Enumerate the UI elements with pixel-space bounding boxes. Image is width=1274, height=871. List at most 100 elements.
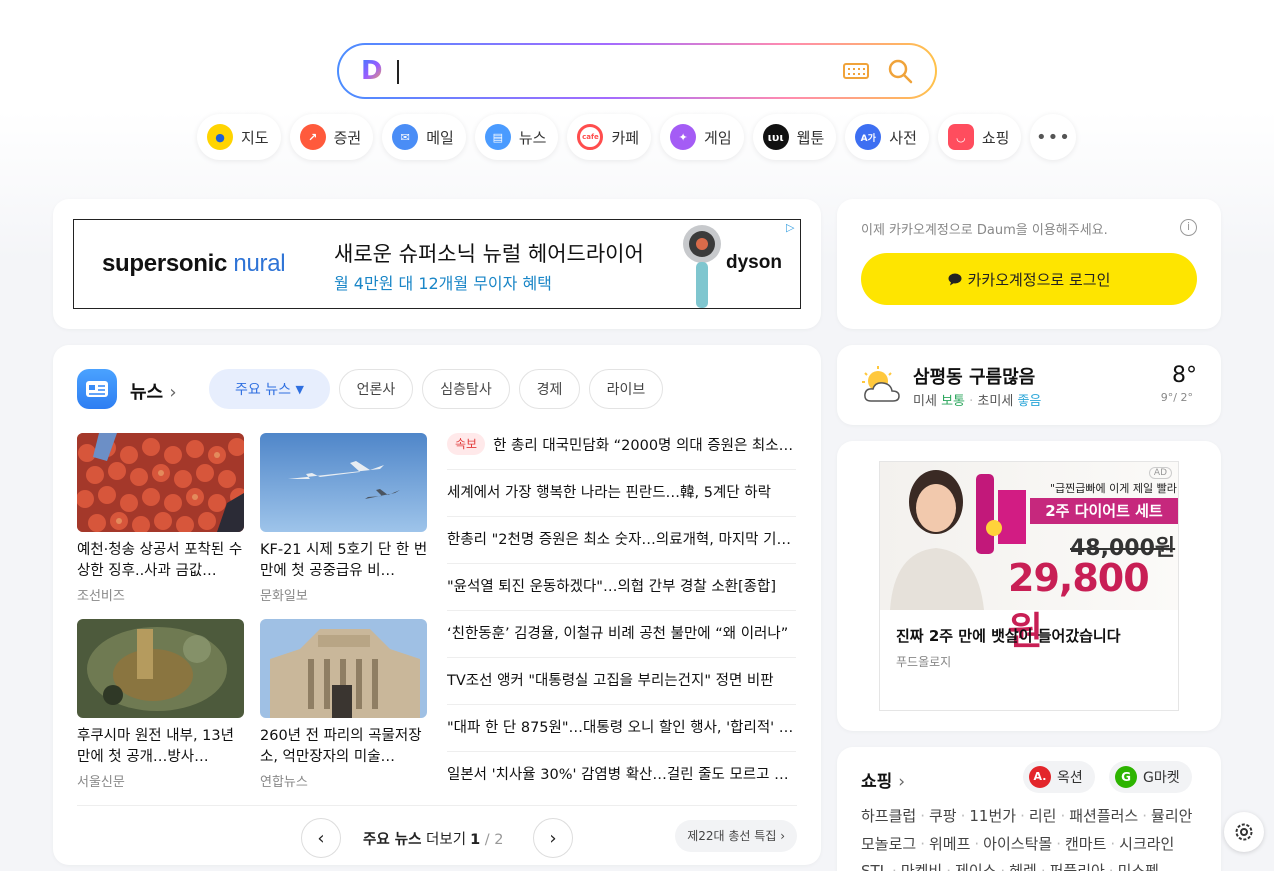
apple-pile-image — [77, 433, 244, 532]
pager-label: 주요 뉴스 더보기 1 / 2 — [363, 832, 504, 848]
tab-live[interactable]: 라이브 — [589, 369, 663, 409]
tab-top-news[interactable]: 주요 뉴스 ▼ — [209, 369, 330, 409]
chevron-right-icon: › — [549, 827, 557, 849]
side-ad-card: AD "급찐급빠에 이게 제일 빨라요" 2주 다이어트 세트 48,000원 … — [837, 441, 1221, 731]
shopping-links-row-1[interactable]: 하프클럽 · 쿠팡 · 11번가 · 리린 · 패션플러스 · 뮬리안 — [861, 805, 1192, 826]
shortcut-game[interactable]: ✦ 게임 — [660, 114, 744, 160]
dyson-ad-banner[interactable]: supersonic nural 새로운 슈퍼소닉 뉴럴 헤어드라이어 월 4만… — [73, 219, 801, 309]
headline-item[interactable]: "대파 한 단 875원"…대통령 오니 할인 행사, '합리적' 발언 논란 — [447, 705, 796, 752]
speech-bubble-icon — [948, 273, 962, 285]
ad-set-label: 2주 다이어트 세트 — [1030, 498, 1178, 524]
news-photo-caption[interactable]: KF-21 시제 5호기 단 한 번만에 첫 공중급유 비… — [260, 540, 430, 582]
headline-item[interactable]: 한총리 "2천명 증원은 최소 숫자…의료개혁, 마지막 기회" — [447, 517, 796, 564]
chevron-right-icon: › — [898, 772, 906, 792]
aircraft-image — [260, 433, 427, 532]
game-icon: ✦ — [670, 124, 697, 150]
news-photo-caption[interactable]: 260년 전 파리의 곡물저장소, 억만장자의 미술… — [260, 726, 430, 768]
current-temperature: 8° — [1172, 363, 1197, 388]
next-page-button[interactable]: › — [533, 818, 573, 858]
gear-icon — [1235, 823, 1253, 841]
news-press[interactable]: 서울신문 — [77, 771, 125, 790]
chevron-down-icon: ▼ — [295, 382, 304, 396]
tab-in-depth[interactable]: 심층탐사 — [422, 369, 510, 409]
reactor-interior-image — [77, 619, 244, 718]
ad-caption: 진짜 2주 만에 뱃살이 들어갔습니다 — [896, 627, 1121, 645]
shortcut-stock[interactable]: ↗ 증권 — [289, 114, 374, 160]
news-photo-apples[interactable] — [77, 433, 244, 532]
shopping-bag-icon: ◡ — [947, 124, 974, 150]
auction-link[interactable]: A. 옥션 — [1023, 761, 1095, 793]
gmarket-link[interactable]: G G마켓 — [1109, 761, 1192, 793]
cafe-icon: cafe — [577, 124, 604, 150]
info-icon[interactable]: i — [1180, 219, 1197, 236]
weather-card[interactable]: 삼평동 구름많음 미세 보통 · 초미세 좋음 8° 9°/ 2° — [837, 345, 1221, 425]
news-icon: ▤ — [484, 124, 511, 150]
more-services-button[interactable]: ••• — [1030, 114, 1077, 160]
ad-card: supersonic nural 새로운 슈퍼소닉 뉴럴 헤어드라이어 월 4만… — [53, 199, 821, 329]
tab-press[interactable]: 언론사 — [339, 369, 413, 409]
dyson-logo: dyson — [726, 252, 782, 273]
chevron-left-icon: ‹ — [317, 827, 325, 849]
diet-ad[interactable]: AD "급찐급빠에 이게 제일 빨라요" 2주 다이어트 세트 48,000원 … — [879, 461, 1179, 711]
hair-dryer-image — [683, 225, 721, 308]
news-photo-building[interactable] — [260, 619, 427, 718]
kakao-login-button[interactable]: 카카오계정으로 로그인 — [861, 253, 1197, 305]
gmarket-logo-icon: G — [1115, 766, 1137, 788]
shopping-title[interactable]: 쇼핑 › — [861, 767, 905, 792]
map-pin-icon: ● — [207, 124, 233, 150]
mail-icon: ✉ — [392, 124, 419, 150]
shopping-links-row-2[interactable]: 모놀로그 · 위메프 · 아이스탁몰 · 캔마트 · 시크라인 — [861, 833, 1174, 854]
news-press[interactable]: 문화일보 — [260, 585, 308, 604]
shortcut-webtoon[interactable]: ιυι 웹툰 — [752, 114, 837, 160]
news-press[interactable]: 연합뉴스 — [260, 771, 308, 790]
tab-economy[interactable]: 경제 — [519, 369, 580, 409]
shortcut-cafe[interactable]: cafe 카페 — [567, 114, 652, 160]
shortcut-shopping[interactable]: ◡ 쇼핑 — [937, 114, 1022, 160]
auction-logo-icon: A. — [1029, 766, 1051, 788]
ad-badge: AD — [1148, 467, 1172, 479]
headline-item[interactable]: TV조선 앵커 "대통령실 고집을 부리는건지" 정면 비판 — [447, 658, 796, 705]
shortcut-mail[interactable]: ✉ 메일 — [382, 114, 466, 160]
news-photo-reactor[interactable] — [77, 619, 244, 718]
settings-button[interactable] — [1224, 812, 1264, 852]
search-bar[interactable]: D — [337, 43, 937, 99]
more-dots-icon: ••• — [1036, 126, 1071, 148]
temperature-range: 9°/ 2° — [1160, 391, 1193, 404]
shortcut-map[interactable]: ● 지도 — [197, 114, 281, 160]
product-bottles-image — [976, 474, 1026, 554]
shortcut-news[interactable]: ▤ 뉴스 — [474, 114, 559, 160]
shortcut-dictionary[interactable]: A가 사전 — [845, 114, 929, 160]
search-input[interactable] — [397, 60, 399, 84]
adchoices-icon[interactable]: ▷ — [786, 222, 798, 234]
ad-subline: 월 4만원 대 12개월 무이자 혜택 — [334, 274, 552, 293]
news-card: 뉴스 › 주요 뉴스 ▼ 언론사 심층탐사 경제 라이브 예천·청송 상공서 포… — [53, 345, 821, 865]
headline-item[interactable]: 속보한 총리 대국민담화 “2000명 의대 증원은 최소한의 규모…의료개혁 … — [447, 423, 796, 470]
shopping-links-row-3[interactable]: STL · 마켓비 · 제이스 · 헤렌 · 퍼플리아 · 미스펫 — [861, 860, 1159, 871]
headline-item[interactable]: 세계에서 가장 행복한 나라는 핀란드…韓, 5계단 하락 — [447, 470, 796, 517]
news-press[interactable]: 조선비즈 — [77, 585, 125, 604]
headline-item[interactable]: ‘친한동훈’ 김경율, 이철규 비례 공천 불만에 “왜 이러나” — [447, 611, 796, 658]
paris-building-image — [260, 619, 427, 718]
daum-logo[interactable]: D — [361, 58, 383, 84]
air-quality: 미세 보통 · 초미세 좋음 — [913, 394, 1042, 409]
prev-page-button[interactable]: ‹ — [301, 818, 341, 858]
stock-chart-icon: ↗ — [299, 124, 326, 150]
headline-item[interactable]: "윤석열 퇴진 운동하겠다"…의협 간부 경찰 소환[종합] — [447, 564, 796, 611]
chevron-right-icon: › — [780, 829, 785, 843]
partly-cloudy-icon — [862, 366, 900, 402]
headline-item[interactable]: 일본서 '치사율 30%' 감염병 확산…걸린 줄도 모르고 퍼뜨려 — [447, 752, 796, 799]
service-shortcuts: ● 지도 ↗ 증권 ✉ 메일 ▤ 뉴스 cafe 카페 ✦ 게임 ιυι 웹툰 A가 사전 ◡ 쇼… — [197, 114, 1077, 160]
ad-source: 푸드올로지 — [896, 655, 952, 669]
keyboard-icon[interactable] — [843, 63, 869, 79]
news-photo-caption[interactable]: 예천·청송 상공서 포착된 수상한 징후..사과 금값… — [77, 540, 247, 582]
election-special-link[interactable]: 제22대 총선 특집 › — [675, 820, 797, 852]
webtoon-icon: ιυι — [762, 124, 789, 150]
dictionary-icon: A가 — [855, 124, 882, 150]
news-title[interactable]: 뉴스 › — [130, 378, 177, 404]
news-section-icon — [77, 369, 117, 409]
news-photo-caption[interactable]: 후쿠시마 원전 내부, 13년 만에 첫 공개…방사… — [77, 726, 247, 768]
search-icon[interactable] — [887, 58, 913, 84]
news-photo-aircraft[interactable] — [260, 433, 427, 532]
news-pager: ‹ 주요 뉴스 더보기 1 / 2 › 제22대 총선 특집 › — [77, 805, 797, 858]
weather-location: 삼평동 구름많음 — [913, 367, 1036, 388]
